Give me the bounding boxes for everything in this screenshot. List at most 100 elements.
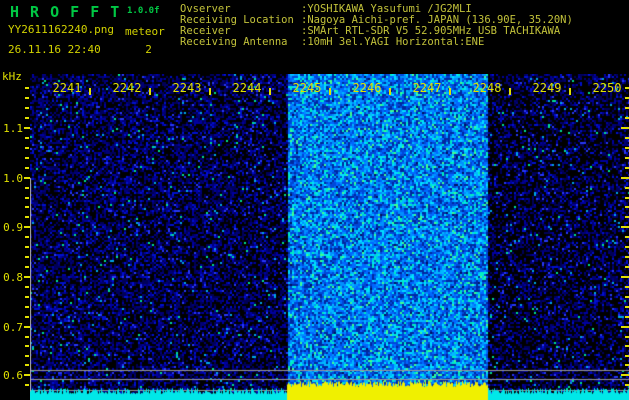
time-label-2249: 2249 xyxy=(533,81,562,95)
freq-minor-tick-left xyxy=(25,107,29,109)
freq-major-tick-left xyxy=(24,226,30,228)
freq-minor-tick-left xyxy=(25,87,29,89)
freq-major-tick-left xyxy=(24,374,30,376)
freq-minor-tick-right xyxy=(625,137,629,139)
meteor-count: 2 xyxy=(125,43,172,56)
freq-minor-tick-left xyxy=(25,296,29,298)
freq-minor-tick-left xyxy=(25,345,29,347)
freq-minor-tick-left xyxy=(25,364,29,366)
hrofft-window: H R O F F T 1.0.0f YY2611162240.png mete… xyxy=(0,0,629,400)
freq-minor-tick-right xyxy=(625,316,629,318)
freq-minor-tick-right xyxy=(625,345,629,347)
freq-minor-tick-left xyxy=(25,266,29,268)
freq-minor-tick-left xyxy=(25,384,29,386)
time-tick-2245 xyxy=(329,88,331,95)
time-tick-2242 xyxy=(149,88,151,95)
freq-minor-tick-left xyxy=(25,256,29,258)
freq-minor-tick-left xyxy=(25,306,29,308)
time-tick-2247 xyxy=(449,88,451,95)
time-label-2243: 2243 xyxy=(173,81,202,95)
freq-minor-tick-left xyxy=(25,355,29,357)
freq-label-0.8: 0.8 xyxy=(0,271,23,284)
time-tick-2241 xyxy=(89,88,91,95)
spectrogram-canvas xyxy=(30,74,629,400)
freq-minor-tick-right xyxy=(625,167,629,169)
mode-label: meteor xyxy=(125,25,165,38)
info-value: :10mH 3el.YAGI Horizontal:ENE xyxy=(301,37,484,48)
app-version: 1.0.0f xyxy=(127,6,160,16)
freq-minor-tick-left xyxy=(25,316,29,318)
freq-minor-tick-right xyxy=(625,157,629,159)
freq-label-1.0: 1.0 xyxy=(0,172,23,185)
frequency-axis-unit: kHz xyxy=(2,70,22,83)
freq-minor-tick-left xyxy=(25,236,29,238)
freq-minor-tick-right xyxy=(625,286,629,288)
info-label: Receiving Antenna xyxy=(180,37,301,48)
time-tick-2244 xyxy=(269,88,271,95)
freq-label-1.1: 1.1 xyxy=(0,122,23,135)
freq-label-0.6: 0.6 xyxy=(0,369,23,382)
freq-minor-tick-left xyxy=(25,97,29,99)
freq-minor-tick-right xyxy=(625,236,629,238)
station-info-block: Ovserver:YOSHIKAWA Yasufumi /JG2MLI Recei… xyxy=(180,4,629,48)
freq-minor-tick-right xyxy=(625,384,629,386)
freq-major-tick-right xyxy=(621,326,629,328)
freq-minor-tick-right xyxy=(625,197,629,199)
time-label-2244: 2244 xyxy=(233,81,262,95)
freq-major-tick-right xyxy=(621,177,629,179)
freq-minor-tick-right xyxy=(625,87,629,89)
freq-minor-tick-left xyxy=(25,187,29,189)
freq-minor-tick-left xyxy=(25,336,29,338)
app-title: H R O F F T xyxy=(10,3,120,21)
freq-minor-tick-right xyxy=(625,216,629,218)
freq-major-tick-left xyxy=(24,326,30,328)
freq-minor-tick-left xyxy=(25,157,29,159)
record-datetime: 26.11.16 22:40 xyxy=(8,43,101,56)
freq-label-0.7: 0.7 xyxy=(0,321,23,334)
freq-minor-tick-right xyxy=(625,266,629,268)
freq-minor-tick-left xyxy=(25,197,29,199)
freq-minor-tick-right xyxy=(625,306,629,308)
time-label-2242: 2242 xyxy=(113,81,142,95)
time-tick-2246 xyxy=(389,88,391,95)
freq-minor-tick-right xyxy=(625,187,629,189)
freq-minor-tick-right xyxy=(625,296,629,298)
time-label-2248: 2248 xyxy=(473,81,502,95)
freq-minor-tick-left xyxy=(25,286,29,288)
freq-minor-tick-right xyxy=(625,364,629,366)
time-label-2245: 2245 xyxy=(293,81,322,95)
freq-minor-tick-left xyxy=(25,206,29,208)
freq-minor-tick-left xyxy=(25,167,29,169)
freq-minor-tick-left xyxy=(25,117,29,119)
freq-minor-tick-right xyxy=(625,246,629,248)
info-row-3: Receiving Antenna:10mH 3el.YAGI Horizont… xyxy=(180,37,629,48)
time-tick-2243 xyxy=(209,88,211,95)
freq-major-tick-left xyxy=(24,276,30,278)
freq-major-tick-right xyxy=(621,374,629,376)
freq-minor-tick-left xyxy=(25,147,29,149)
time-label-2241: 2241 xyxy=(53,81,82,95)
time-label-2247: 2247 xyxy=(413,81,442,95)
output-filename: YY2611162240.png xyxy=(8,23,114,36)
time-label-2246: 2246 xyxy=(353,81,382,95)
time-label-2250: 2250 xyxy=(593,81,622,95)
freq-major-tick-right xyxy=(621,226,629,228)
freq-major-tick-left xyxy=(24,127,30,129)
freq-minor-tick-right xyxy=(625,355,629,357)
freq-minor-tick-right xyxy=(625,97,629,99)
freq-minor-tick-left xyxy=(25,137,29,139)
freq-minor-tick-right xyxy=(625,117,629,119)
freq-minor-tick-right xyxy=(625,147,629,149)
freq-minor-tick-right xyxy=(625,256,629,258)
freq-minor-tick-right xyxy=(625,336,629,338)
freq-minor-tick-left xyxy=(25,246,29,248)
freq-minor-tick-left xyxy=(25,216,29,218)
freq-minor-tick-right xyxy=(625,107,629,109)
time-tick-2248 xyxy=(509,88,511,95)
freq-minor-tick-right xyxy=(625,206,629,208)
freq-major-tick-right xyxy=(621,127,629,129)
freq-label-0.9: 0.9 xyxy=(0,221,23,234)
freq-major-tick-right xyxy=(621,276,629,278)
time-tick-2249 xyxy=(569,88,571,95)
freq-major-tick-left xyxy=(24,177,30,179)
